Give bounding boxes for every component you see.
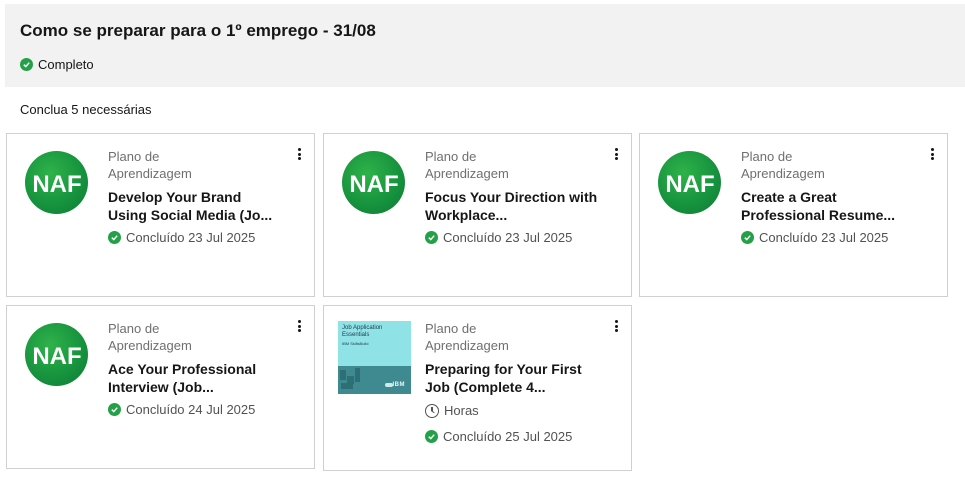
- card-status: Concluído 23 Jul 2025: [108, 230, 255, 245]
- clock-icon: [425, 403, 439, 418]
- card-type: Plano de Aprendizagem: [425, 149, 509, 181]
- completion-status: Completo: [20, 57, 94, 72]
- overflow-menu-icon[interactable]: [296, 147, 302, 161]
- learning-plan-card[interactable]: Job Application Essentials IBM SkillsBui…: [323, 305, 632, 471]
- card-duration: Horas: [425, 403, 479, 418]
- ibm-logo: IBM: [392, 382, 405, 388]
- card-status: Concluído 24 Jul 2025: [108, 402, 255, 417]
- thumbnail-band: [338, 366, 411, 394]
- checkmark-icon: [741, 231, 754, 244]
- overflow-menu-icon[interactable]: [929, 147, 935, 161]
- learning-plan-card[interactable]: NAF Plano de Aprendizagem Develop Your B…: [6, 133, 315, 297]
- checkmark-icon: [425, 231, 438, 244]
- card-status-label: Concluído 23 Jul 2025: [443, 230, 573, 245]
- card-title[interactable]: Ace Your Professional Interview (Job...: [108, 360, 283, 396]
- card-status-label: Concluído 23 Jul 2025: [126, 230, 256, 245]
- card-title[interactable]: Focus Your Direction with Workplace...: [425, 188, 600, 224]
- thumbnail-title: Job Application Essentials: [342, 325, 383, 338]
- card-status-label: Concluído 23 Jul 2025: [759, 230, 889, 245]
- course-thumbnail: Job Application Essentials IBM SkillsBui…: [338, 321, 411, 394]
- checkmark-icon: [425, 430, 438, 443]
- svg-text:NAF: NAF: [665, 171, 714, 198]
- card-type: Plano de Aprendizagem: [108, 149, 192, 181]
- thumbnail-subtitle: IBM SkillsBuild: [342, 341, 369, 346]
- card-status: Concluído 25 Jul 2025: [425, 429, 572, 444]
- requirement-text: Conclua 5 necessárias: [20, 102, 152, 117]
- card-type: Plano de Aprendizagem: [741, 149, 825, 181]
- learning-plan-card[interactable]: NAF Plano de Aprendizagem Focus Your Dir…: [323, 133, 632, 297]
- completion-status-label: Completo: [38, 57, 94, 72]
- overflow-menu-icon[interactable]: [613, 319, 619, 333]
- page-title: Como se preparar para o 1º emprego - 31/…: [20, 21, 376, 40]
- card-title[interactable]: Create a Great Professional Resume...: [741, 188, 916, 224]
- card-status-label: Concluído 24 Jul 2025: [126, 402, 256, 417]
- checkmark-icon: [108, 403, 121, 416]
- card-status: Concluído 23 Jul 2025: [425, 230, 572, 245]
- card-title[interactable]: Preparing for Your First Job (Complete 4…: [425, 360, 600, 396]
- card-duration-label: Horas: [444, 403, 479, 418]
- svg-text:NAF: NAF: [32, 171, 81, 198]
- svg-text:NAF: NAF: [32, 343, 81, 370]
- header-panel: Como se preparar para o 1º emprego - 31/…: [5, 4, 965, 87]
- card-status-label: Concluído 25 Jul 2025: [443, 429, 573, 444]
- checkmark-icon: [108, 231, 121, 244]
- overflow-menu-icon[interactable]: [296, 319, 302, 333]
- overflow-menu-icon[interactable]: [613, 147, 619, 161]
- learning-plan-card[interactable]: NAF Plano de Aprendizagem Ace Your Profe…: [6, 305, 315, 469]
- naf-logo: NAF: [658, 151, 721, 214]
- naf-logo: NAF: [342, 151, 405, 214]
- card-title[interactable]: Develop Your Brand Using Social Media (J…: [108, 188, 283, 224]
- naf-logo: NAF: [25, 323, 88, 386]
- card-status: Concluído 23 Jul 2025: [741, 230, 888, 245]
- naf-logo: NAF: [25, 151, 88, 214]
- checkmark-icon: [20, 58, 33, 71]
- card-type: Plano de Aprendizagem: [108, 321, 192, 353]
- card-type: Plano de Aprendizagem: [425, 321, 509, 353]
- svg-text:NAF: NAF: [349, 171, 398, 198]
- learning-plan-card[interactable]: NAF Plano de Aprendizagem Create a Great…: [639, 133, 948, 297]
